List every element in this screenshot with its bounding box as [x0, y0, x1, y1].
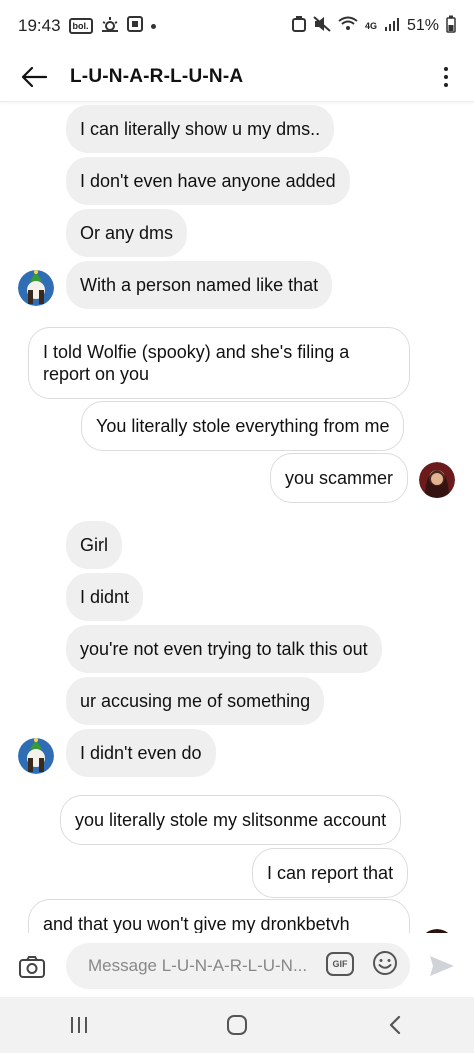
conversation-title[interactable]: L-U-N-A-R-L-U-N-A — [70, 66, 243, 88]
send-icon — [430, 956, 454, 976]
message-thread[interactable]: I can literally show u my dms.. I don't … — [0, 103, 474, 933]
message-incoming[interactable]: ur accusing me of something — [66, 677, 325, 725]
message-outgoing[interactable]: you scammer — [270, 453, 409, 503]
camera-button[interactable] — [16, 951, 48, 983]
message-incoming[interactable]: I didnt — [66, 573, 144, 621]
contact-avatar[interactable] — [18, 738, 54, 774]
message-outgoing[interactable]: I can report that — [252, 848, 409, 898]
my-avatar-partial — [419, 929, 455, 933]
system-navigation-bar — [0, 997, 474, 1053]
message-outgoing[interactable]: I told Wolfie (spooky) and she's filing … — [28, 327, 410, 399]
battery-percent: 51% — [406, 17, 439, 34]
weather-icon — [101, 16, 119, 37]
alarm-icon — [291, 15, 306, 37]
back-button[interactable] — [12, 55, 56, 99]
back-arrow-icon — [21, 66, 47, 87]
message-incoming[interactable]: Or any dms — [66, 209, 188, 257]
camera-icon — [19, 956, 45, 978]
message-incoming[interactable]: I don't even have anyone added — [66, 157, 350, 205]
chat-header: L-U-N-A-R-L-U-N-A — [0, 52, 474, 102]
signal-icon — [384, 16, 400, 37]
recent-apps-icon — [71, 1017, 87, 1033]
emoji-icon — [373, 951, 397, 975]
bol-app-icon: bol. — [68, 18, 93, 34]
send-button[interactable] — [428, 952, 456, 980]
my-avatar[interactable] — [419, 462, 455, 498]
home-button[interactable] — [207, 1005, 267, 1045]
message-incoming[interactable]: I didn't even do — [66, 729, 216, 777]
message-outgoing[interactable]: you literally stole my slitsonme account — [60, 795, 402, 845]
message-composer: GIF — [0, 935, 474, 997]
message-incoming[interactable]: With a person named like that — [66, 261, 333, 309]
battery-icon — [446, 15, 456, 38]
message-input-container[interactable] — [66, 943, 410, 989]
system-back-button[interactable] — [365, 1005, 425, 1045]
status-bar: 19:43 bol. 4G 51% — [0, 0, 474, 52]
network-type-label: 4G — [364, 21, 377, 31]
message-incoming[interactable]: Girl — [66, 521, 122, 569]
contact-avatar[interactable] — [18, 270, 54, 306]
status-time: 19:43 — [18, 16, 61, 35]
message-incoming[interactable]: I can literally show u my dms.. — [66, 105, 335, 153]
message-outgoing[interactable]: You literally stole everything from me — [81, 401, 405, 451]
more-options-button[interactable] — [434, 57, 458, 97]
emoji-button[interactable] — [372, 950, 398, 976]
notification-box-icon — [126, 15, 143, 37]
message-outgoing[interactable]: and that you won't give my dronkbetvh — [28, 899, 410, 933]
wifi-icon — [338, 16, 358, 37]
recent-apps-button[interactable] — [49, 1005, 109, 1045]
message-incoming[interactable]: you're not even trying to talk this out — [66, 625, 382, 673]
more-notifications-dot — [150, 23, 156, 29]
mute-icon — [313, 15, 331, 37]
gif-button[interactable]: GIF — [326, 952, 354, 976]
chevron-left-icon — [389, 1015, 401, 1035]
home-icon — [227, 1015, 247, 1035]
message-input[interactable] — [88, 956, 318, 976]
more-vertical-icon — [444, 66, 448, 71]
